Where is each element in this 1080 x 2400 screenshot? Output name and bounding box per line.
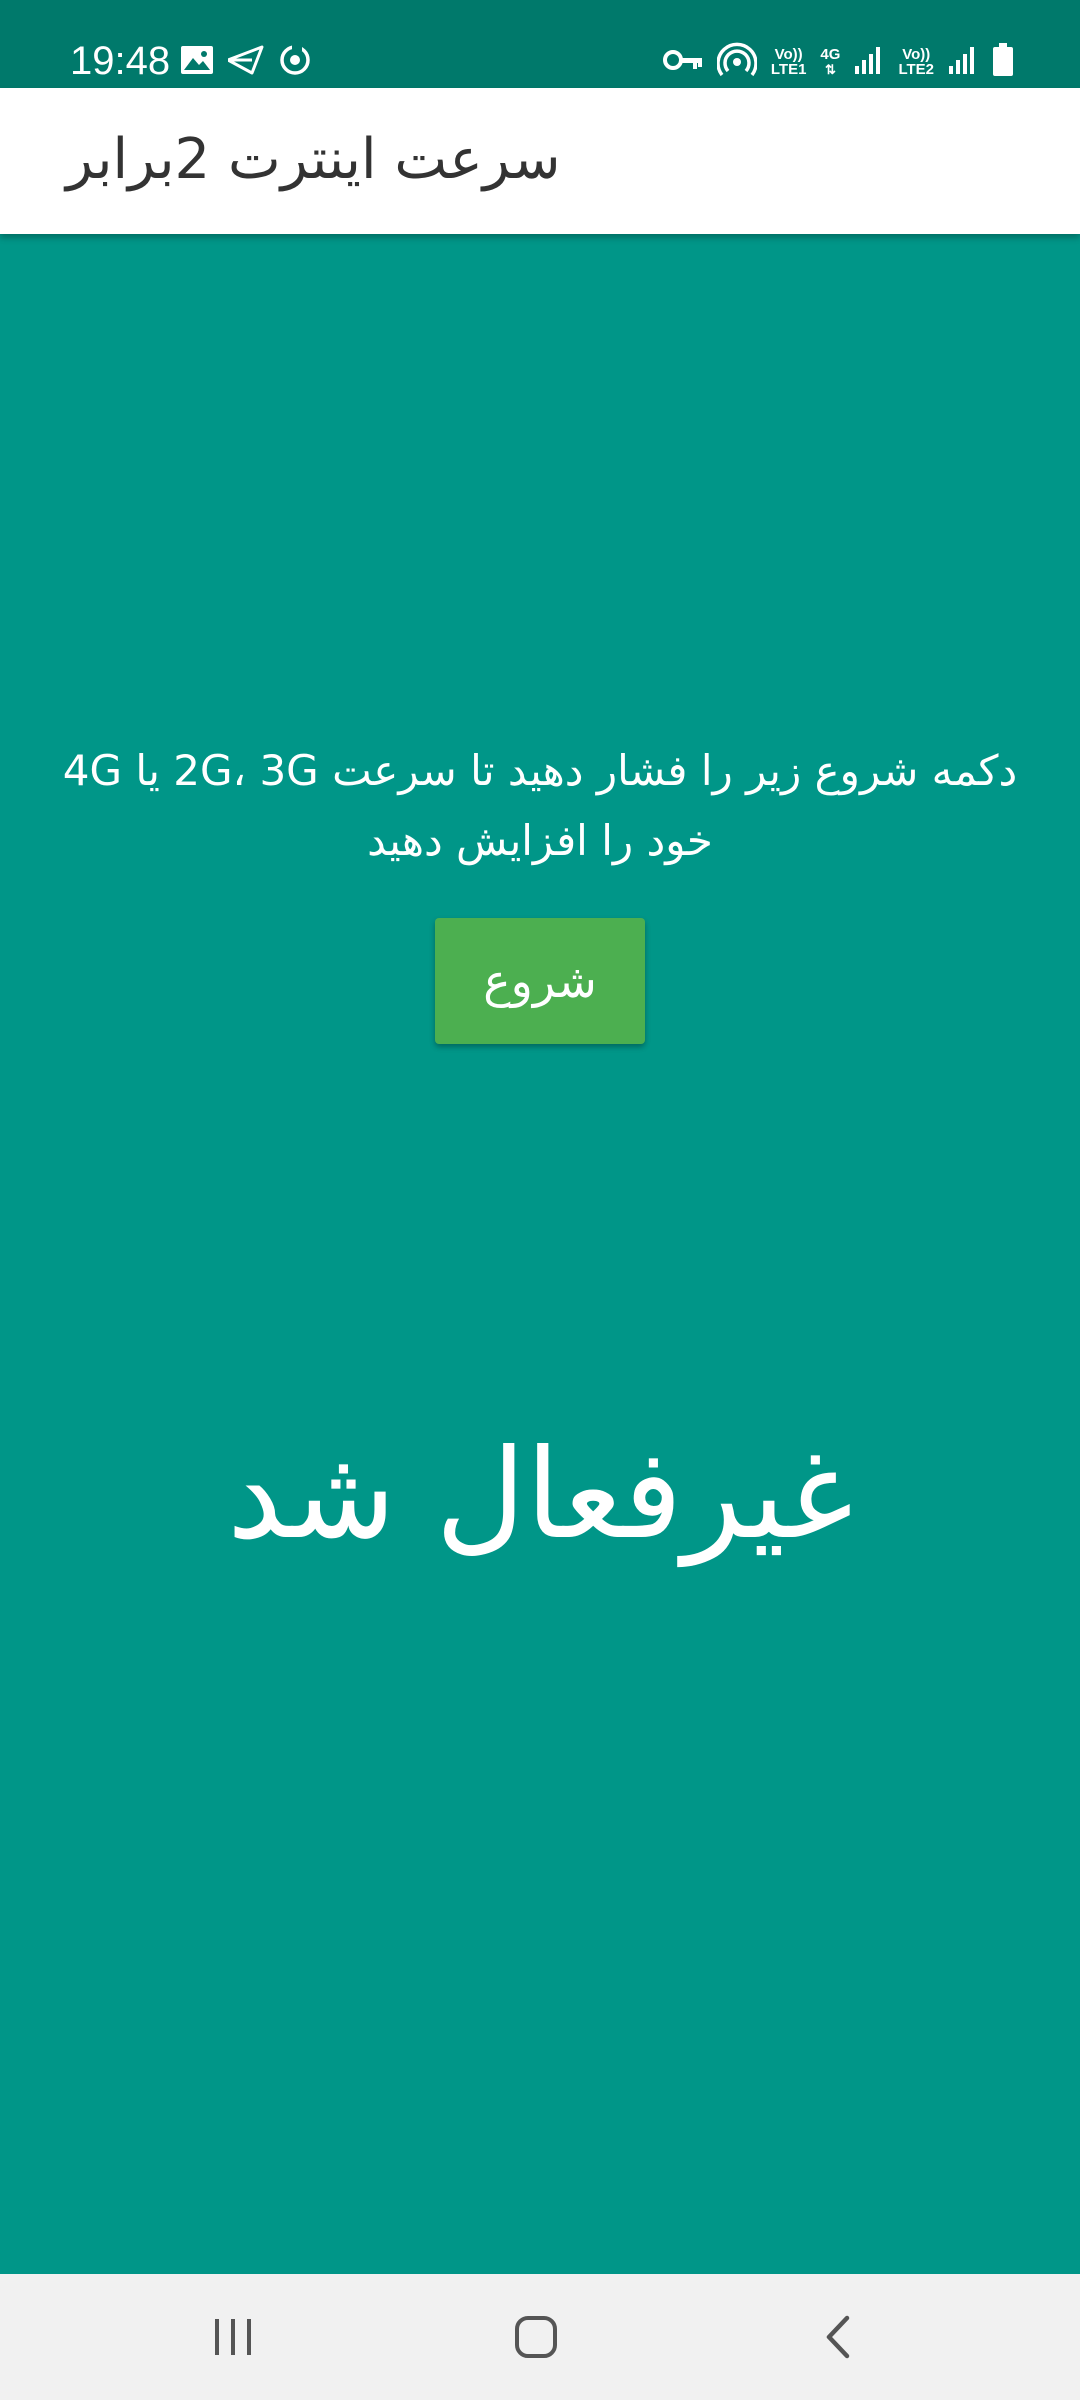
image-icon xyxy=(180,45,214,79)
app-bar: سرعت اینترت 2برابر xyxy=(0,88,1080,234)
status-left-icons xyxy=(180,38,312,86)
home-icon[interactable] xyxy=(506,2307,566,2367)
start-button[interactable]: شروع xyxy=(435,918,645,1044)
app-title: سرعت اینترت 2برابر xyxy=(66,127,561,192)
status-message: غیرفعال شد xyxy=(226,1423,854,1567)
hotspot-icon xyxy=(716,42,758,82)
signal-sim2-icon xyxy=(948,45,978,79)
status-bar: 19:48 Vo)) LTE1 4G ⇅ Vo)) LTE2 xyxy=(0,0,1080,88)
back-icon[interactable] xyxy=(808,2307,868,2367)
sync-icon xyxy=(278,43,312,81)
status-right-icons: Vo)) LTE1 4G ⇅ Vo)) LTE2 xyxy=(662,38,1014,86)
recent-apps-icon[interactable] xyxy=(203,2307,263,2367)
volte-sim1-icon: Vo)) LTE1 xyxy=(770,46,807,78)
status-time: 19:48 xyxy=(70,39,171,83)
vpn-key-icon xyxy=(662,48,703,76)
signal-sim1-icon xyxy=(854,45,884,79)
send-icon xyxy=(226,45,264,79)
screen: 19:48 Vo)) LTE1 4G ⇅ Vo)) LTE2 سرعت اینت… xyxy=(0,0,1080,2400)
battery-icon xyxy=(992,43,1014,81)
4g-data-icon: 4G ⇅ xyxy=(820,46,841,77)
volte-sim2-icon: Vo)) LTE2 xyxy=(898,46,934,78)
instruction-text: دکمه شروع زیر را فشار دهید تا سرعت 2G، 3… xyxy=(62,746,1018,865)
nav-bar xyxy=(0,2274,1080,2400)
